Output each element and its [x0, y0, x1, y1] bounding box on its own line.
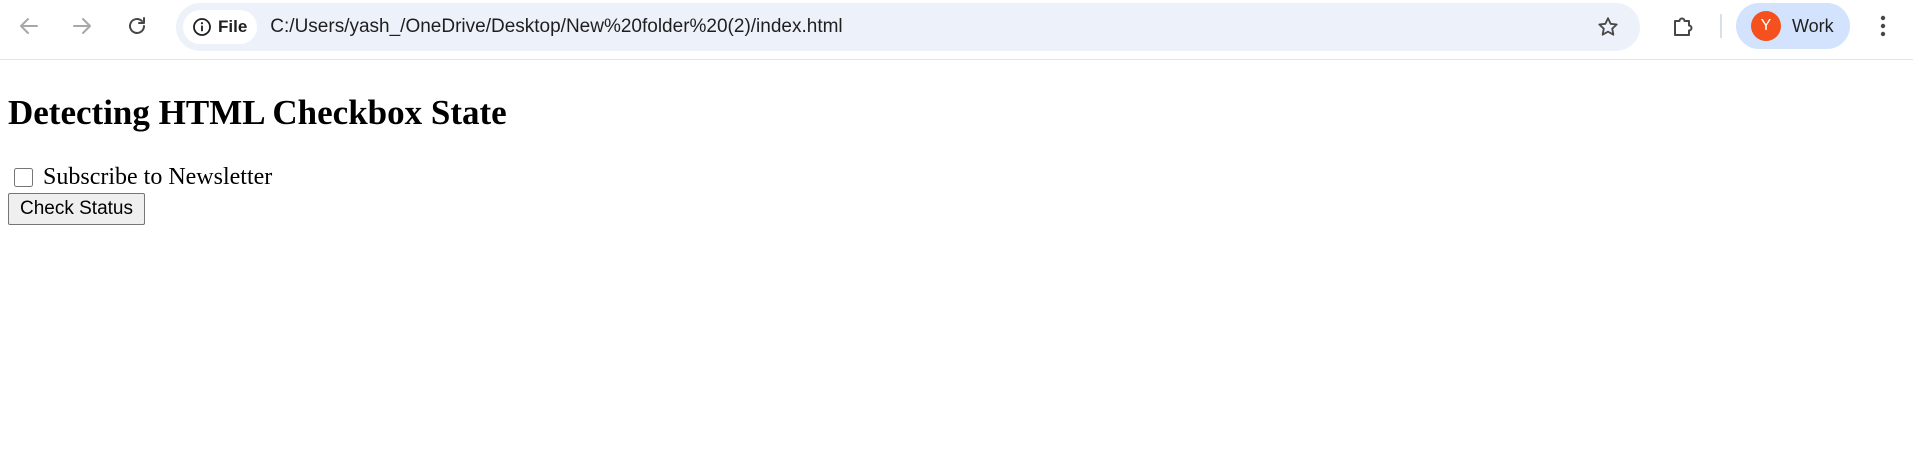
puzzle-icon: [1674, 17, 1693, 36]
profile-label: Work: [1792, 15, 1834, 36]
newsletter-checkbox-label[interactable]: Subscribe to Newsletter: [43, 162, 272, 192]
browser-toolbar: File C:/Users/yash_/OneDrive/Desktop/New…: [0, 0, 1913, 60]
arrow-right-icon: [73, 18, 91, 34]
browser-menu-button[interactable]: [1868, 6, 1898, 46]
avatar: Y: [1751, 11, 1781, 41]
site-info-chip[interactable]: File: [183, 10, 258, 44]
url-text[interactable]: C:/Users/yash_/OneDrive/Desktop/New%20fo…: [270, 16, 842, 38]
bookmark-button[interactable]: [1590, 9, 1626, 45]
reload-icon: [129, 17, 145, 34]
site-chip-label: File: [218, 17, 248, 36]
newsletter-checkbox-row: Subscribe to Newsletter: [8, 162, 1905, 192]
page-title: Detecting HTML Checkbox State: [8, 93, 507, 132]
back-button[interactable]: [9, 6, 49, 46]
arrow-left-icon: [20, 18, 38, 34]
kebab-menu-icon: [1880, 15, 1886, 37]
reload-button[interactable]: [117, 6, 157, 46]
toolbar-divider: [1720, 14, 1722, 38]
forward-button[interactable]: [62, 6, 102, 46]
star-icon: [1598, 17, 1618, 36]
extensions-button[interactable]: [1663, 6, 1703, 46]
page-content: Detecting HTML Checkbox State Subscribe …: [0, 92, 1913, 225]
info-icon: [193, 18, 211, 36]
profile-button[interactable]: Y Work: [1736, 3, 1850, 49]
check-status-button[interactable]: Check Status: [8, 193, 145, 225]
address-bar[interactable]: File C:/Users/yash_/OneDrive/Desktop/New…: [176, 3, 1640, 51]
newsletter-checkbox[interactable]: [14, 167, 33, 187]
